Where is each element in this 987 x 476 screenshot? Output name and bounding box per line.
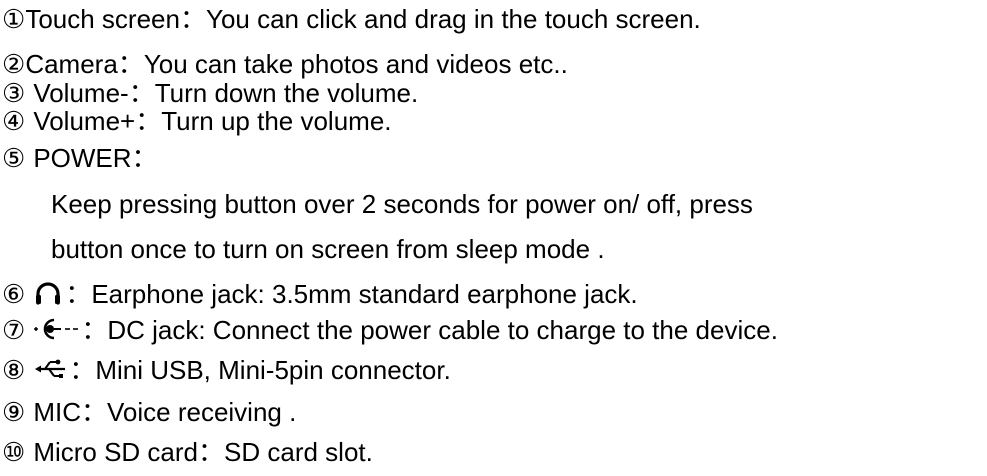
item-label: Volume-: [33, 78, 129, 108]
separator: ：: [128, 78, 155, 108]
list-item: ④ Volume+：Turn up the volume.: [2, 106, 392, 136]
item-description: Mini USB, Mini-5pin connector.: [95, 355, 451, 385]
item-description: You can click and drag in the touch scre…: [205, 4, 701, 34]
item-description: Voice receiving .: [107, 397, 297, 427]
separator: ：: [198, 437, 225, 467]
list-item: ⑨ MIC：Voice receiving .: [2, 397, 296, 427]
item-detail-line: Keep pressing button over 2 seconds for …: [51, 189, 753, 219]
item-label: Micro SD card: [33, 437, 199, 467]
item-description: You can take photos and videos etc..: [143, 49, 568, 79]
item-label: POWER: [33, 143, 132, 173]
item-number: ④: [2, 106, 26, 136]
separator: ：: [117, 49, 144, 79]
item-description: Earphone jack: 3.5mm standard earphone j…: [91, 279, 638, 309]
item-number: ①: [2, 4, 26, 34]
item-label: Camera: [25, 49, 118, 79]
item-detail-line: button once to turn on screen from sleep…: [51, 234, 605, 264]
item-label: MIC: [33, 397, 81, 427]
item-number: ⑦: [2, 315, 26, 345]
list-item: ③ Volume-：Turn down the volume.: [2, 78, 418, 108]
item-description: Turn down the volume.: [154, 78, 419, 108]
separator: ：: [81, 315, 108, 345]
separator: ：: [65, 279, 92, 309]
dc-power-jack-icon: [33, 316, 79, 348]
separator: ：: [69, 355, 96, 385]
item-description: Turn up the volume.: [161, 106, 392, 136]
item-number: ⑧: [2, 355, 26, 385]
list-item: ①Touch screen：You can click and drag in …: [2, 4, 701, 34]
item-number: ③: [2, 78, 26, 108]
separator: ：: [131, 143, 158, 173]
separator: ：: [80, 397, 107, 427]
headphone-icon: [33, 280, 63, 312]
item-label: Volume+: [33, 106, 136, 136]
item-label: Touch screen: [25, 4, 180, 34]
list-item: ⑥ ：Earphone jack: 3.5mm standard earphone…: [2, 279, 638, 312]
item-number: ⑤: [2, 143, 26, 173]
list-item: ②Camera：You can take photos and videos e…: [2, 49, 568, 79]
list-item: ⑩ Micro SD card：SD card slot.: [2, 437, 373, 467]
item-number: ⑩: [2, 437, 26, 467]
list-item: ⑤ POWER：: [2, 143, 158, 173]
usb-icon: [33, 356, 67, 388]
separator: ：: [135, 106, 162, 136]
item-number: ⑥: [2, 279, 26, 309]
list-item: ⑧ ：Mini USB, Mini-5pin connector.: [2, 355, 451, 388]
separator: ：: [179, 4, 206, 34]
list-item: ⑦ ：DC jack: Connect the power cable to ch…: [2, 315, 778, 348]
item-description: SD card slot.: [224, 437, 373, 467]
item-description: DC jack: Connect the power cable to char…: [107, 315, 778, 345]
item-number: ②: [2, 49, 26, 79]
item-number: ⑨: [2, 397, 26, 427]
